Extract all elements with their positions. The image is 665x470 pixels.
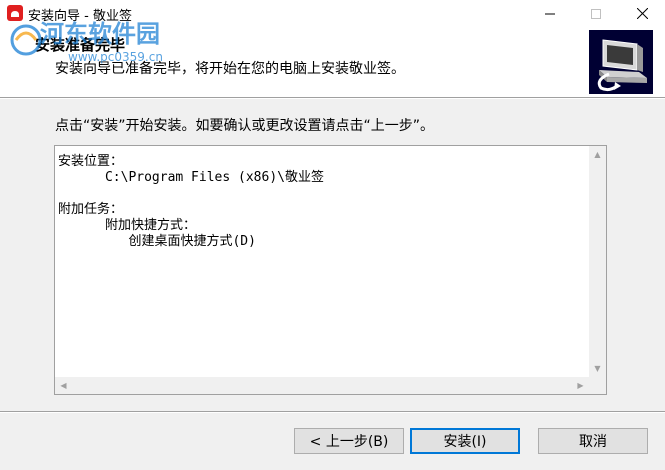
minimize-button[interactable] bbox=[527, 0, 573, 27]
close-icon bbox=[636, 8, 648, 19]
scroll-up-icon[interactable]: ▲ bbox=[589, 146, 606, 163]
watermark-url: www.pc0359.cn bbox=[68, 50, 163, 64]
horizontal-scrollbar[interactable]: ◀ ▶ bbox=[55, 377, 589, 394]
header-image bbox=[589, 30, 653, 94]
computer-install-icon bbox=[589, 30, 653, 94]
cancel-button[interactable]: 取消 bbox=[538, 428, 648, 454]
watermark-brand: 河东软件园 bbox=[40, 20, 160, 48]
maximize-icon bbox=[591, 8, 601, 19]
watermark: 河东软件园 www.pc0359.cn bbox=[8, 10, 208, 70]
close-button[interactable] bbox=[619, 0, 665, 27]
scroll-down-icon[interactable]: ▼ bbox=[589, 360, 606, 377]
scroll-right-icon[interactable]: ▶ bbox=[572, 377, 589, 394]
scrollbar-corner bbox=[589, 377, 606, 394]
instruction-text: 点击“安装”开始安装。如要确认或更改设置请点击“上一步”。 bbox=[55, 118, 435, 134]
scroll-left-icon[interactable]: ◀ bbox=[55, 377, 72, 394]
ready-memo[interactable]: 安装位置： C:\Program Files (x86)\敬业签 附加任务： 附… bbox=[54, 145, 607, 395]
back-button[interactable]: < 上一步(B) bbox=[294, 428, 404, 454]
install-button[interactable]: 安装(I) bbox=[410, 428, 520, 454]
vertical-scrollbar[interactable]: ▲ ▼ bbox=[589, 146, 606, 377]
memo-line: 创建桌面快捷方式(D) bbox=[58, 234, 256, 249]
minimize-icon bbox=[545, 13, 555, 14]
memo-line: C:\Program Files (x86)\敬业签 bbox=[58, 170, 324, 185]
maximize-button[interactable] bbox=[573, 0, 619, 27]
